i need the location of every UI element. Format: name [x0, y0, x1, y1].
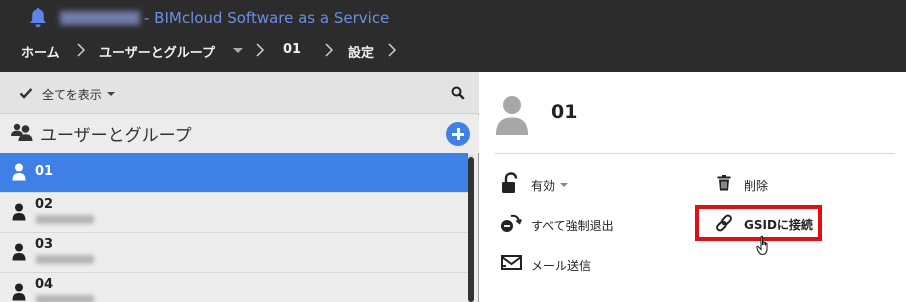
list-item-04[interactable]: 04 — [0, 273, 468, 302]
list-item-01[interactable]: 01 — [0, 153, 468, 193]
app-title[interactable]: - BIMcloud Software as a Service — [144, 9, 389, 27]
breadcrumb-home[interactable]: ホーム — [21, 42, 60, 61]
force-logout-all-button[interactable]: すべて強制退出 — [531, 217, 614, 234]
delete-button[interactable]: 削除 — [744, 177, 768, 194]
status-dropdown[interactable]: 有効 — [531, 177, 555, 194]
breadcrumb-current[interactable]: 01 — [283, 42, 301, 57]
check-icon — [19, 88, 33, 99]
avatar — [496, 96, 528, 135]
user-list: 01 02 03 04 — [0, 153, 479, 302]
blurred-account-name — [60, 11, 140, 25]
blurred-user-detail — [36, 255, 94, 264]
scrollbar-thumb[interactable] — [468, 157, 474, 302]
user-icon — [12, 283, 26, 301]
user-icon — [12, 243, 26, 261]
chevron-down-icon[interactable] — [560, 183, 568, 187]
user-icon — [12, 203, 26, 221]
chevron-right-icon — [388, 43, 397, 57]
filter-dropdown[interactable]: 全てを表示 — [42, 86, 102, 103]
chevron-right-icon — [325, 43, 334, 57]
list-item-name: 01 — [35, 164, 54, 179]
chevron-right-icon — [77, 43, 86, 57]
force-logout-icon[interactable] — [500, 213, 522, 233]
detail-title: 01 — [551, 101, 578, 123]
bell-icon[interactable] — [29, 7, 47, 29]
breadcrumb-settings[interactable]: 設定 — [348, 42, 374, 61]
blurred-user-detail — [36, 295, 94, 302]
trash-icon[interactable] — [717, 175, 731, 191]
unlock-icon[interactable] — [501, 172, 521, 194]
chevron-right-icon — [256, 43, 265, 57]
users-group-icon — [11, 123, 33, 141]
list-item-name: 04 — [35, 277, 54, 292]
list-item-02[interactable]: 02 — [0, 193, 468, 233]
list-item-name: 02 — [35, 197, 54, 212]
blurred-user-detail — [36, 215, 94, 224]
group-title: ユーザーとグループ — [40, 126, 192, 146]
list-item-03[interactable]: 03 — [0, 233, 468, 273]
search-icon[interactable] — [451, 86, 465, 100]
divider — [495, 153, 895, 154]
mail-icon[interactable] — [501, 254, 522, 272]
user-icon — [12, 163, 26, 181]
chevron-down-icon[interactable] — [107, 92, 115, 96]
list-item-name: 03 — [35, 237, 54, 252]
hand-cursor-icon — [756, 235, 768, 256]
breadcrumb-users-groups[interactable]: ユーザーとグループ — [99, 42, 215, 61]
add-user-button[interactable] — [446, 122, 470, 146]
chevron-down-icon[interactable] — [233, 48, 243, 53]
send-mail-button[interactable]: メール送信 — [531, 257, 591, 274]
